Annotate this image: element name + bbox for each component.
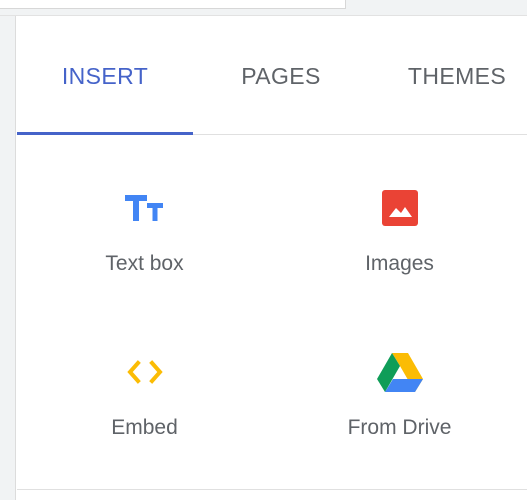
from-drive-label: From Drive [347,416,452,439]
active-tab-indicator [17,132,193,135]
image-icon [376,184,424,232]
embed-code-icon [121,348,169,396]
embed-label: Embed [111,416,178,439]
tab-pages-label: PAGES [241,62,321,89]
tab-themes[interactable]: THEMES [369,17,527,135]
insert-embed-button[interactable]: Embed [17,300,272,462]
tab-themes-label: THEMES [407,62,507,89]
panel-tabs: INSERT PAGES THEMES [17,17,527,135]
insert-images-button[interactable]: Images [272,136,527,298]
tab-pages[interactable]: PAGES [193,17,369,135]
google-drive-icon [376,348,424,396]
top-toolbar-strip [0,0,527,16]
insert-options-grid: Text box Images Embed From Drive [17,136,527,488]
insert-from-drive-button[interactable]: From Drive [272,300,527,462]
tab-insert[interactable]: INSERT [17,17,193,135]
images-label: Images [365,252,434,275]
insert-side-panel: INSERT PAGES THEMES Text box Images Embe… [17,17,527,500]
bottom-divider [17,489,527,490]
left-rail [0,16,16,500]
text-box-icon [121,184,169,232]
sites-editor-panel-screenshot: INSERT PAGES THEMES Text box Images Embe… [0,0,527,500]
tab-insert-label: INSERT [61,62,149,89]
text-box-label: Text box [105,252,184,275]
insert-text-box-button[interactable]: Text box [17,136,272,298]
top-input-edge[interactable] [0,0,346,9]
